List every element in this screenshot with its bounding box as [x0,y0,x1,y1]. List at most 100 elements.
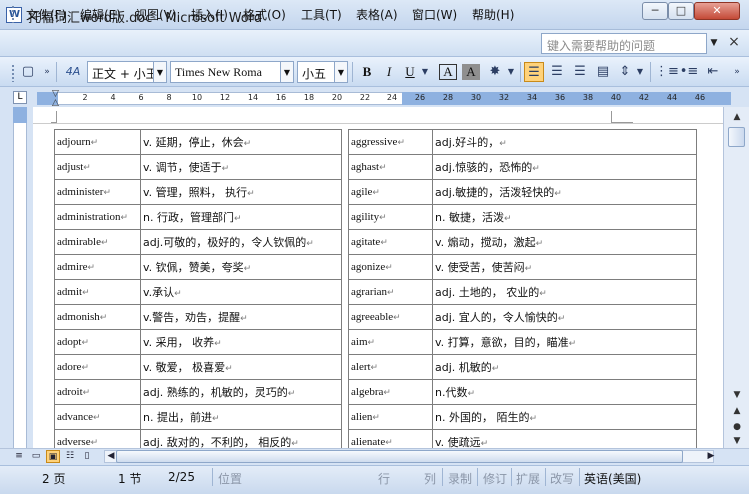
table-cell-word[interactable]: agonize↵ [348,254,433,280]
table-cell-definition[interactable]: adj.惊骇的，恐怖的↵ [432,154,697,180]
previous-page-icon[interactable]: ▲ [729,403,745,419]
font-size-dropdown-arrow-icon[interactable]: ▼ [335,61,348,83]
table-cell-word[interactable]: agility↵ [348,204,433,230]
menu-insert[interactable]: 插入(I) [191,6,228,23]
table-cell-word[interactable]: aghast↵ [348,154,433,180]
horizontal-scroll-thumb[interactable] [116,450,683,463]
status-overtype[interactable]: 改写 [550,470,574,487]
table-cell-word[interactable]: adverse↵ [54,429,141,448]
italic-button[interactable]: I [380,62,398,82]
font-dropdown-arrow-icon[interactable]: ▼ [281,61,294,83]
close-button[interactable]: ✕ [694,2,740,20]
bullets-icon[interactable]: •≡ [679,62,699,82]
menu-grip-handle[interactable] [11,5,16,23]
table-cell-definition[interactable]: adj. 宜人的，令人愉快的↵ [432,304,697,330]
table-cell-definition[interactable]: adj.敏捷的，活泼轻快的↵ [432,179,697,205]
line-spacing-dropdown-arrow-icon[interactable]: ▼ [635,62,645,82]
table-cell-word[interactable]: adopt↵ [54,329,141,355]
table-cell-word[interactable]: algebra↵ [348,379,433,405]
normal-view-icon[interactable]: ≡ [12,450,26,463]
text-effects-dropdown-arrow-icon[interactable]: ▼ [506,62,516,82]
align-center-icon[interactable]: ☰ [547,62,567,82]
table-cell-definition[interactable]: adj.好斗的，↵ [432,129,697,155]
new-document-icon[interactable]: ▢ [20,62,36,82]
help-dropdown-arrow-icon[interactable]: ▼ [707,33,721,54]
bold-button[interactable]: B [358,62,376,82]
align-left-icon[interactable]: ☰ [524,62,544,82]
table-cell-word[interactable]: admonish↵ [54,304,141,330]
web-layout-view-icon[interactable]: ▭ [29,450,43,463]
table-cell-word[interactable]: alien↵ [348,404,433,430]
table-cell-definition[interactable]: v. 管理，照料， 执行↵ [140,179,342,205]
menu-edit[interactable]: 编辑(E) [80,6,121,23]
table-cell-definition[interactable]: n.代数↵ [432,379,697,405]
vertical-scrollbar[interactable]: ▲ ▼ ▲ ● ▼ [723,107,749,448]
menu-format[interactable]: 格式(O) [243,6,286,23]
table-cell-word[interactable]: aim↵ [348,329,433,355]
table-cell-word[interactable]: admirable↵ [54,229,141,255]
table-cell-word[interactable]: adore↵ [54,354,141,380]
maximize-button[interactable]: □ [668,2,694,20]
table-cell-word[interactable]: alienate↵ [348,429,433,448]
table-cell-definition[interactable]: n. 提出，前进↵ [140,404,342,430]
table-cell-word[interactable]: adroit↵ [54,379,141,405]
table-cell-word[interactable]: administer↵ [54,179,141,205]
menu-window[interactable]: 窗口(W) [412,6,457,23]
table-cell-definition[interactable]: v. 延期，停止，休会↵ [140,129,342,155]
table-cell-word[interactable]: adjourn↵ [54,129,141,155]
scroll-up-icon[interactable]: ▲ [729,109,745,125]
table-cell-definition[interactable]: adj.可敬的，极好的，令人钦佩的↵ [140,229,342,255]
table-cell-word[interactable]: adjust↵ [54,154,141,180]
character-shading-button[interactable]: A [462,64,480,80]
outline-view-icon[interactable]: ☷ [63,450,77,463]
table-cell-definition[interactable]: v. 煽动，搅动，激起↵ [432,229,697,255]
line-spacing-icon[interactable]: ⇕ [616,62,634,82]
toolbar-grip-handle[interactable] [11,64,16,82]
table-cell-definition[interactable]: v. 敬爱， 极喜爱↵ [140,354,342,380]
style-dropdown[interactable]: 正文 + 小王 [87,61,154,83]
menu-help[interactable]: 帮助(H) [472,6,514,23]
decrease-indent-icon[interactable]: ⇤ [703,62,723,82]
table-cell-definition[interactable]: v.承认↵ [140,279,342,305]
status-language[interactable]: 英语(美国) [584,470,641,487]
font-size-dropdown[interactable]: 小五 [297,61,335,83]
menu-tools[interactable]: 工具(T) [301,6,342,23]
underline-dropdown-arrow-icon[interactable]: ▼ [420,62,430,82]
justify-icon[interactable]: ▤ [593,62,613,82]
table-cell-word[interactable]: aggressive↵ [348,129,433,155]
table-cell-definition[interactable]: v. 使疏远↵ [432,429,697,448]
toolbar-overflow-icon[interactable]: » [731,62,743,82]
scroll-down-icon[interactable]: ▼ [729,387,745,403]
table-cell-definition[interactable]: adj. 土地的， 农业的↵ [432,279,697,305]
table-cell-definition[interactable]: v. 调节，使适于↵ [140,154,342,180]
vertical-ruler[interactable] [13,107,27,448]
table-cell-definition[interactable]: v. 打算，意欲，目的，瞄准↵ [432,329,697,355]
table-cell-word[interactable]: advance↵ [54,404,141,430]
menu-view[interactable]: 视图(V) [135,6,177,23]
numbering-icon[interactable]: ⋮≡ [655,62,679,82]
table-cell-word[interactable]: agile↵ [348,179,433,205]
underline-button[interactable]: U [401,62,419,82]
table-cell-definition[interactable]: n. 敏捷，活泼↵ [432,204,697,230]
table-cell-definition[interactable]: v. 使受苦，使苦闷↵ [432,254,697,280]
status-extend[interactable]: 扩展 [516,470,540,487]
table-cell-word[interactable]: alert↵ [348,354,433,380]
reading-layout-view-icon[interactable]: ▯ [80,450,94,463]
table-cell-definition[interactable]: n. 行政，管理部门↵ [140,204,342,230]
document-page[interactable]: adjourn↵ v. 延期，停止，休会↵ aggressive↵ adj.好斗的，↵… [33,107,723,448]
table-cell-word[interactable]: admire↵ [54,254,141,280]
font-dropdown[interactable]: Times New Roma [170,61,281,83]
menu-file[interactable]: 文件(F) [26,6,66,23]
help-question-input[interactable]: 键入需要帮助的问题 [541,33,707,54]
status-record[interactable]: 录制 [448,470,472,487]
minimize-button[interactable]: ─ [642,2,668,20]
toolbar-options-icon[interactable]: » [42,62,52,82]
table-cell-word[interactable]: agitate↵ [348,229,433,255]
table-cell-definition[interactable]: v.警告，劝告，提醒↵ [140,304,342,330]
table-cell-definition[interactable]: v. 钦佩，赞美，夸奖↵ [140,254,342,280]
table-cell-definition[interactable]: v. 采用， 收养↵ [140,329,342,355]
vertical-scroll-thumb[interactable] [728,127,745,147]
table-cell-word[interactable]: agreeable↵ [348,304,433,330]
table-cell-word[interactable]: administration↵ [54,204,141,230]
table-cell-definition[interactable]: adj. 敌对的，不利的， 相反的↵ [140,429,342,448]
